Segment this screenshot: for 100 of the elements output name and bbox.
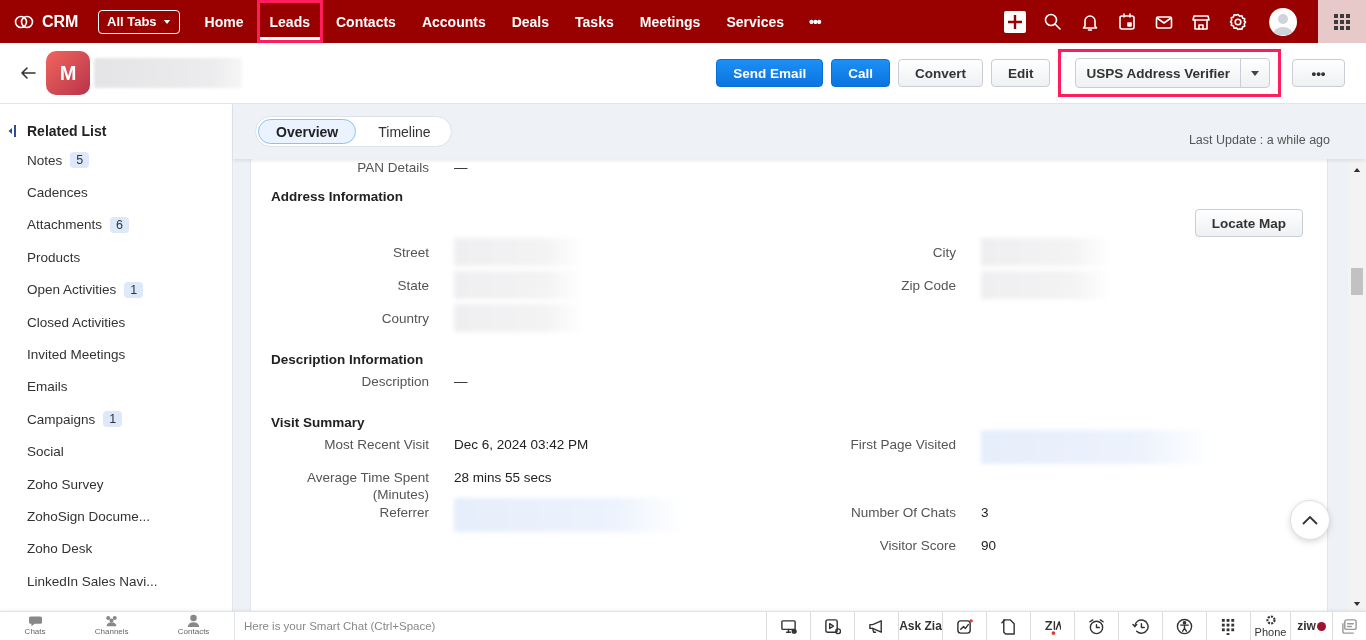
bottom-app-button[interactable]: Contacts — [177, 612, 210, 640]
dialpad-icon — [1220, 617, 1237, 635]
count-badge: 6 — [110, 216, 129, 233]
brand-name: CRM — [42, 12, 79, 31]
field-label: PAN Details — [356, 159, 429, 176]
plus-icon — [1006, 12, 1024, 31]
field-label: Most Recent Visit — [323, 436, 429, 453]
more-actions-button[interactable]: ••• — [1292, 59, 1345, 87]
sidebar-item[interactable]: Zoho Desk — [27, 541, 93, 557]
locate-map-button[interactable]: Locate Map — [1194, 209, 1303, 237]
gear-icon — [1264, 614, 1277, 626]
field-label: First Page Visited — [849, 436, 956, 453]
bottom-app-button[interactable]: Channels — [94, 612, 129, 640]
action-button[interactable]: Edit — [990, 59, 1051, 87]
down-arrow-icon — [1353, 601, 1361, 607]
count-badge: 1 — [103, 411, 123, 428]
sidebar-item[interactable]: Attachments — [27, 217, 103, 233]
field-value: 3 — [981, 504, 990, 521]
section-title: Visit Summary — [271, 415, 365, 430]
split-button-action[interactable]: USPS Address Verifier — [1076, 59, 1241, 87]
action-button[interactable]: Call — [831, 59, 890, 87]
field-label: Visitor Score — [878, 537, 956, 554]
smart-chat-field[interactable]: Here is your Smart Chat (Ctrl+Space) — [235, 612, 766, 640]
sidebar-item[interactable]: Cadences — [27, 185, 88, 201]
caret-icon — [1250, 69, 1260, 77]
record-avatar: M — [46, 51, 90, 95]
app-launcher-button[interactable] — [1318, 0, 1366, 43]
speech-bubble-icon — [27, 614, 43, 627]
search-icon[interactable] — [1043, 11, 1063, 32]
field-label: State — [396, 277, 429, 294]
logo-dot-icon — [1316, 621, 1326, 631]
count-badge: 1 — [124, 281, 144, 298]
field-label: Description — [360, 373, 429, 390]
user-avatar[interactable] — [1269, 7, 1297, 36]
field-label: Zip Code — [900, 277, 956, 294]
alarm-clock-icon — [1088, 617, 1105, 635]
back-arrow-icon[interactable] — [20, 65, 37, 81]
caret-icon — [162, 18, 171, 25]
section-title: Address Information — [271, 189, 403, 204]
sidebar-item[interactable]: Notes — [27, 152, 63, 168]
settings-icon[interactable] — [1228, 11, 1248, 32]
chevron-up-icon — [1301, 514, 1319, 526]
field-label: Referrer — [378, 504, 429, 521]
megaphone-icon — [868, 617, 885, 635]
section-title: Description Information — [271, 352, 424, 367]
accessibility-icon — [1176, 617, 1193, 635]
sidebar-item[interactable]: Closed Activities — [27, 314, 126, 330]
nav-tab[interactable]: Contacts — [323, 0, 409, 43]
view-tab[interactable]: Overview — [258, 119, 357, 144]
ziwo-logo-button[interactable]: ziw — [1290, 612, 1332, 640]
action-button[interactable]: Send Email — [716, 59, 824, 87]
field-label: Country — [380, 310, 429, 327]
person-icon — [186, 614, 202, 627]
field-value: — — [454, 373, 469, 390]
last-update-text: Last Update : a while ago — [1188, 131, 1330, 147]
sidebar-item[interactable]: Social — [27, 444, 64, 460]
sidebar-item[interactable]: Open Activities — [27, 282, 117, 298]
field-value: Dec 6, 2024 03:42 PM — [454, 436, 590, 453]
field-label: Average Time Spent (Minutes) — [305, 469, 429, 503]
sidebar-title: Related List — [27, 123, 107, 139]
play-screen-icon — [824, 617, 841, 635]
create-button[interactable] — [1004, 10, 1026, 33]
nav-tab[interactable]: Services — [713, 0, 797, 43]
field-value: — — [454, 159, 469, 176]
scrollbar-thumb[interactable] — [1351, 268, 1363, 295]
calendar-icon[interactable] — [1117, 11, 1137, 32]
sidebar-item[interactable]: ZohoSign Docume... — [27, 509, 151, 524]
monitor-icon — [780, 617, 797, 635]
sidebar-item[interactable]: Campaigns — [27, 411, 96, 427]
sidebar-item[interactable]: Zoho Survey — [27, 476, 104, 492]
up-arrow-icon — [1353, 167, 1361, 173]
sidebar-item[interactable]: LinkedIn Sales Navi... — [27, 573, 158, 589]
collapse-icon[interactable] — [8, 125, 16, 137]
people-group-icon — [104, 614, 120, 627]
sidebar-item[interactable]: Emails — [27, 379, 68, 395]
ask-zia-button[interactable]: Ask Zia — [898, 612, 942, 640]
nav-tab[interactable]: Accounts — [408, 0, 499, 43]
scrollbar[interactable] — [1348, 159, 1366, 611]
view-tab[interactable]: Timeline — [360, 119, 449, 144]
count-badge: 5 — [70, 152, 90, 169]
bottom-app-button[interactable]: Chats — [24, 612, 46, 640]
history-icon — [1132, 617, 1149, 635]
sidebar-item[interactable]: Products — [27, 249, 81, 265]
field-value: 28 mins 55 secs — [454, 469, 553, 486]
note-icon — [1000, 617, 1017, 635]
all-tabs-dropdown[interactable]: All Tabs — [98, 9, 180, 34]
nav-tab[interactable]: Home — [191, 0, 257, 43]
nav-tab[interactable]: Meetings — [626, 0, 714, 43]
grid-icon — [1334, 13, 1350, 30]
usps-split-button[interactable]: USPS Address Verifier — [1075, 58, 1270, 88]
nav-tab[interactable]: Deals — [498, 0, 563, 43]
nav-tab[interactable]: Tasks — [562, 0, 627, 43]
field-label: City — [931, 244, 956, 261]
stacked-messages-icon — [1341, 617, 1358, 635]
more-tabs-button[interactable]: ••• — [797, 13, 833, 30]
phone-button[interactable]: Phone — [1250, 612, 1290, 640]
action-button[interactable]: Convert — [897, 59, 983, 87]
field-value: 90 — [981, 537, 998, 554]
nav-tab[interactable]: Leads — [259, 3, 320, 40]
sidebar-item[interactable]: Invited Meetings — [27, 347, 126, 363]
